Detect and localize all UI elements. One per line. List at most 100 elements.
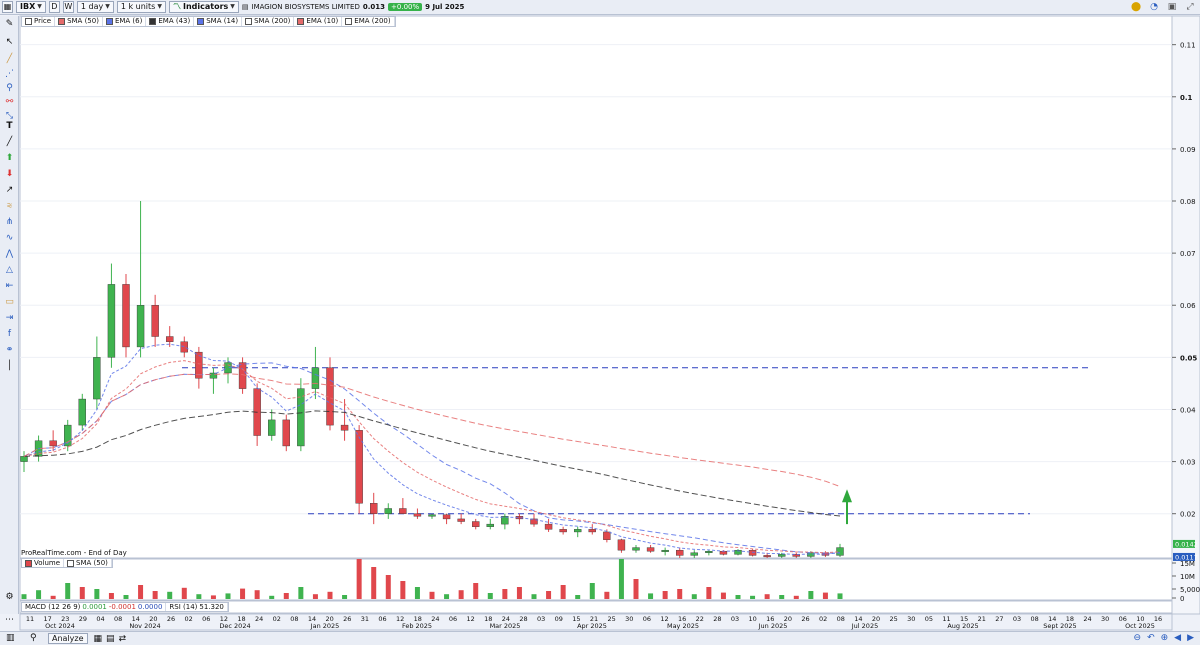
x-month-label: Oct 2024 [45, 622, 75, 630]
volume-bar [210, 595, 216, 599]
x-month-label: May 2025 [667, 622, 699, 630]
zoom-out-icon[interactable]: ⊖ [1134, 633, 1142, 643]
volume-bar [152, 591, 158, 599]
legend-price[interactable]: Price [22, 17, 56, 26]
x-tick-label: 06 [378, 615, 386, 623]
x-tick-label: 03 [537, 615, 545, 623]
legend-label: EMA (10) [306, 17, 339, 25]
x-tick-label: 02 [184, 615, 192, 623]
legend-item[interactable]: EMA (10) [294, 17, 343, 26]
legend-rsi[interactable]: RSI (14) 51.320 [166, 602, 228, 611]
legend-label: SMA (50) [67, 17, 99, 25]
layout-icon[interactable]: ▥ [6, 633, 15, 643]
x-tick-label: 26 [343, 615, 351, 623]
candle-body [20, 456, 28, 462]
volume-tick-label: 0 [1180, 595, 1184, 603]
x-month-label: Feb 2025 [402, 622, 432, 630]
volume-bar [371, 567, 377, 599]
grid-icon[interactable]: ▤ [106, 634, 115, 644]
y-tick-label: 0.04 [1180, 406, 1196, 414]
y-tick-label: 0.08 [1180, 198, 1196, 206]
candle-body [107, 284, 116, 358]
undo-icon[interactable]: ↶ [1147, 633, 1155, 643]
x-tick-label: 28 [519, 615, 527, 623]
volume-bar [458, 590, 464, 599]
candle-body [661, 549, 669, 552]
volume-bar [735, 595, 741, 599]
volume-bar [575, 595, 581, 599]
legend-item[interactable]: SMA (50) [55, 17, 103, 26]
legend-item[interactable]: SMA (14) [194, 17, 243, 26]
volume-bar [94, 589, 100, 599]
volume-bar [706, 587, 712, 599]
volume-bar [444, 594, 450, 599]
volume-bar [516, 587, 522, 599]
price-legend: Price SMA (50) EMA (6) EMA (43) SMA (14)… [21, 16, 396, 27]
volume-bar [633, 579, 639, 599]
analyze-button[interactable]: Analyze [48, 633, 88, 644]
x-tick-label: 08 [1030, 615, 1038, 623]
volume-bar [269, 595, 275, 599]
candle-body [122, 284, 130, 348]
candle-body [442, 514, 451, 520]
x-tick-label: 03 [731, 615, 739, 623]
x-month-label: Oct 2025 [1125, 622, 1155, 630]
bottom-bar: ▥ ⚲ Analyze ▦ ▤ ⇄ ⊖ ↶ ⊕ ◀ ▶ [0, 631, 1200, 645]
x-tick-label: 06 [202, 615, 210, 623]
scroll-left-icon[interactable]: ◀ [1174, 633, 1181, 643]
volume-bar [691, 594, 697, 599]
x-tick-label: 16 [1154, 615, 1162, 623]
search-icon[interactable]: ⚲ [30, 633, 37, 643]
volume-pane [19, 558, 1173, 601]
x-month-label: Apr 2025 [577, 622, 607, 630]
legend-label: Volume [34, 558, 61, 567]
candle-body [49, 440, 57, 447]
candle-body [646, 547, 655, 552]
volume-bar [240, 588, 246, 599]
legend-macd[interactable]: MACD (12 26 9) 0.0001 -0.0001 0.0000 [22, 602, 167, 611]
candle-body [690, 552, 698, 556]
candle-body [384, 508, 392, 514]
candle-body [603, 531, 611, 540]
volume-tick-label: 10M [1180, 573, 1195, 581]
x-month-label: Aug 2025 [947, 622, 978, 630]
volume-bar [502, 589, 508, 599]
candle-body [588, 529, 596, 533]
candle-body [399, 508, 407, 514]
zoom-in-icon[interactable]: ⊕ [1161, 633, 1169, 643]
macd-histogram-value: 0.0000 [137, 602, 163, 611]
volume-bar [298, 587, 304, 599]
volume-bar [837, 593, 843, 599]
candle-body [180, 341, 188, 353]
legend-label: SMA (50) [76, 558, 108, 567]
legend-item[interactable]: EMA (43) [146, 17, 195, 26]
volume-bar [473, 583, 479, 599]
chart-canvas[interactable]: 0.11 0.1 0.09 0.08 0.07 0.06 0.05 0.04 0.03 0.02 0… [0, 0, 1200, 645]
x-month-label: Nov 2024 [129, 622, 160, 630]
candle-body [778, 554, 786, 557]
x-tick-label: 30 [1101, 615, 1109, 623]
candle-body [472, 521, 480, 527]
x-tick-label: 08 [290, 615, 298, 623]
volume-tick-label: 5,000k [1180, 586, 1200, 594]
rsi-label: RSI (14) [169, 602, 198, 611]
candle-body [705, 551, 713, 553]
candle-body [428, 514, 436, 517]
y-tick-label: 0.05 [1180, 354, 1197, 362]
legend-item[interactable]: SMA (200) [242, 17, 295, 26]
volume-bar [196, 594, 202, 599]
candle-body [93, 357, 101, 400]
calendar-icon[interactable]: ▦ [94, 634, 103, 644]
y-tick-label: 0.11 [1180, 42, 1196, 50]
legend-volume[interactable]: Volume [22, 558, 65, 567]
x-tick-label: 24 [255, 615, 263, 623]
compare-icon[interactable]: ⇄ [119, 634, 127, 644]
x-tick-label: 27 [995, 615, 1003, 623]
legend-item[interactable]: EMA (200) [342, 17, 395, 26]
legend-item[interactable]: EMA (6) [103, 17, 147, 26]
x-tick-label: 05 [925, 615, 933, 623]
legend-volume-sma[interactable]: SMA (50) [64, 559, 112, 567]
scroll-right-icon[interactable]: ▶ [1187, 633, 1194, 643]
candle-body [457, 518, 465, 522]
x-tick-label: 28 [713, 615, 721, 623]
